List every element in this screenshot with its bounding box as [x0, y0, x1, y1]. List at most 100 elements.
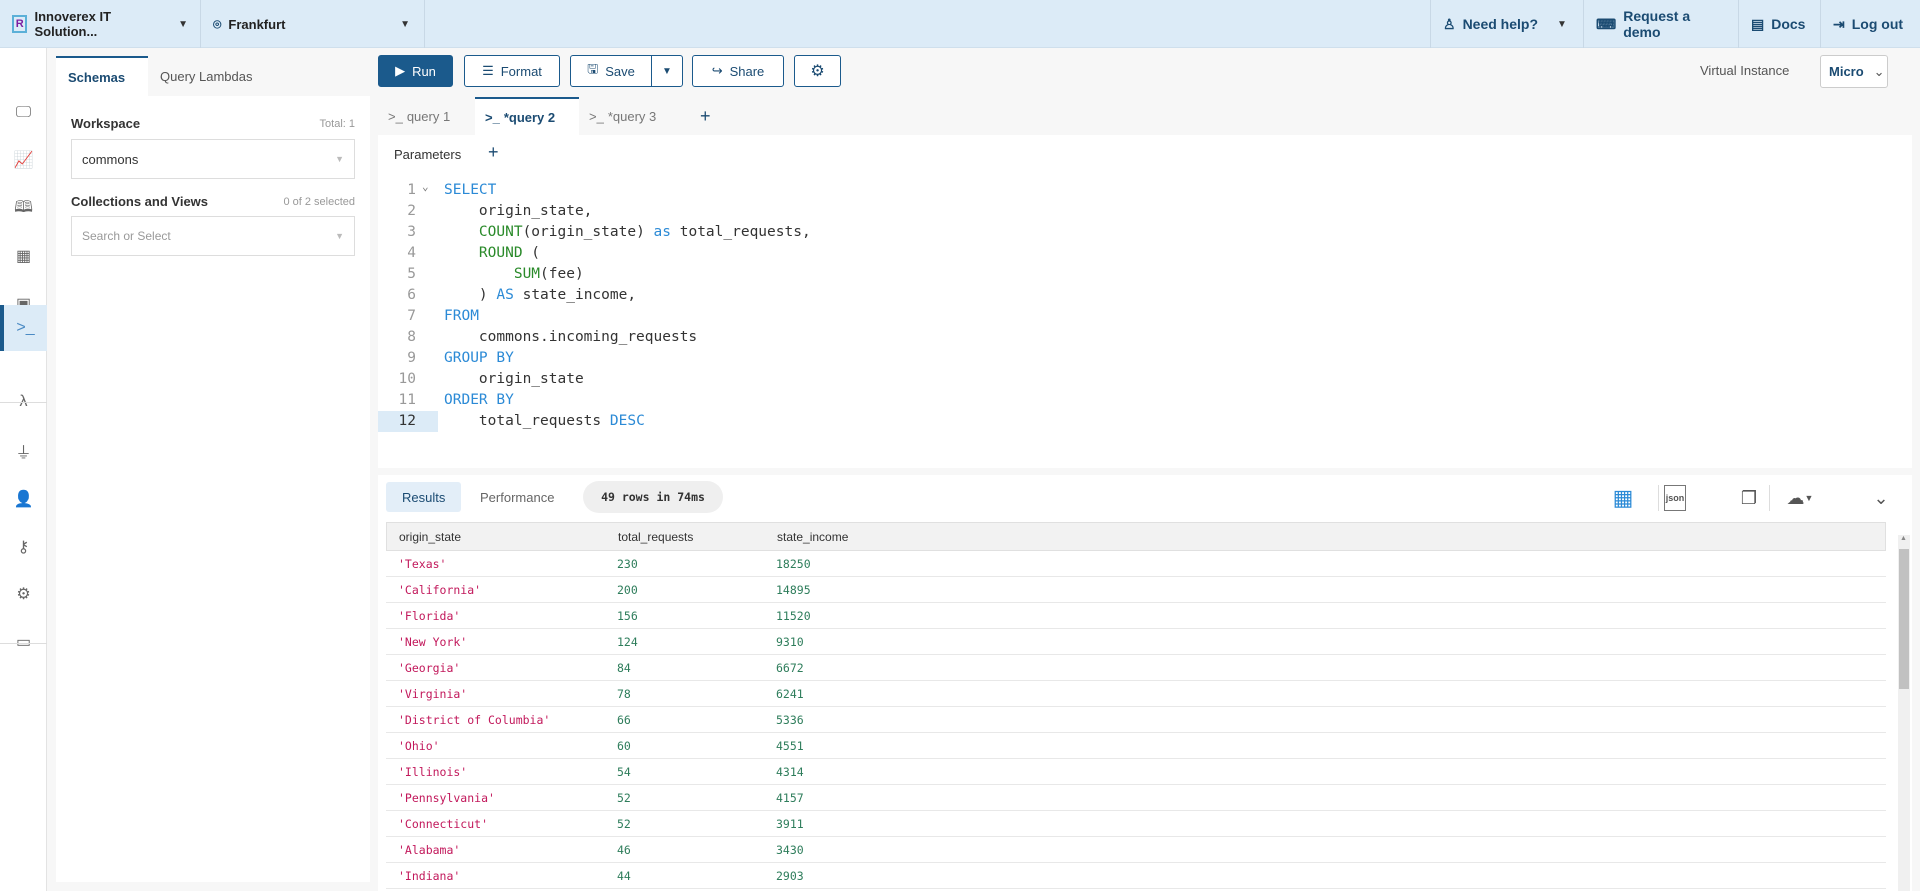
user-gear-icon[interactable]: 👤 — [0, 476, 47, 522]
gear-icon[interactable]: ⚙ — [0, 571, 47, 617]
line-number: 5 — [407, 266, 416, 282]
table-row[interactable]: 'Ohio' 60 4551 — [386, 733, 1886, 759]
region-selector[interactable]: ⌾ Frankfurt ▼ — [200, 0, 424, 48]
table-cell: 52 — [617, 791, 631, 805]
save-options-button[interactable]: ▼ — [651, 55, 683, 87]
table-cell: 'Florida' — [398, 609, 461, 623]
results-table: origin_state total_requests state_income… — [386, 522, 1886, 889]
scrollbar[interactable]: ▲ — [1898, 535, 1910, 891]
tab-results[interactable]: Results — [386, 482, 462, 512]
virtual-instance-label: Virtual Instance — [1700, 63, 1790, 78]
query-editor[interactable]: Parameters + 1 SELECT 2 origin_state, 3 COU… — [378, 135, 1912, 468]
table-row[interactable]: 'Alabama' 46 3430 — [386, 837, 1886, 863]
save-button[interactable]: 🖫 Save — [570, 55, 652, 87]
run-button[interactable]: ▶ Run — [378, 55, 453, 87]
format-button[interactable]: ☰ Format — [464, 55, 560, 87]
table-row[interactable]: 'California' 200 14895 — [386, 577, 1886, 603]
table-row[interactable]: 'Connecticut' 52 3911 — [386, 811, 1886, 837]
table-cell: 'Texas' — [398, 557, 447, 571]
share-icon: ↪ — [711, 63, 723, 78]
code-token: FROM — [444, 308, 479, 324]
tab-query-1[interactable]: >_ query 1 — [378, 97, 474, 135]
parameters-label: Parameters — [394, 147, 462, 162]
code-token: DESC — [609, 413, 645, 429]
code-area[interactable]: 1 SELECT 2 origin_state, 3 COUNT(origin_sta… — [378, 180, 1912, 470]
add-tab-button[interactable]: + — [690, 97, 721, 135]
settings-button[interactable]: ⚙ — [794, 55, 841, 87]
tab-query-lambdas[interactable]: Query Lambdas — [148, 56, 265, 96]
table-cell: 230 — [617, 557, 638, 571]
table-cell: 84 — [617, 661, 631, 675]
monitor-icon[interactable]: 🖵 — [0, 90, 47, 136]
copy-icon[interactable]: ❐ — [1734, 485, 1764, 511]
table-cell: 52 — [617, 817, 631, 831]
table-row[interactable]: 'Florida' 156 11520 — [386, 603, 1886, 629]
code-token: AS — [496, 287, 514, 303]
tab-query-2[interactable]: >_ *query 2 — [475, 97, 579, 135]
docs-icon: ▤ — [1751, 15, 1765, 32]
line-number: 7 — [407, 308, 416, 324]
code-line: origin_state, — [444, 201, 1244, 222]
table-row[interactable]: 'New York' 124 9310 — [386, 629, 1886, 655]
terminal-icon[interactable]: >_ — [0, 305, 47, 351]
key-icon[interactable]: ⚷ — [0, 524, 47, 570]
table-row[interactable]: 'Georgia' 84 6672 — [386, 655, 1886, 681]
tab-performance[interactable]: Performance — [464, 482, 570, 512]
book-icon[interactable]: 🕮 — [0, 186, 47, 232]
chart-icon[interactable]: 📈 — [0, 137, 47, 183]
column-header[interactable]: origin_state — [399, 523, 461, 552]
tab-query-3[interactable]: >_ *query 3 — [579, 97, 683, 135]
table-row[interactable]: 'District of Columbia' 66 5336 — [386, 707, 1886, 733]
table-cell: 66 — [617, 713, 631, 727]
table-cell: 3911 — [776, 817, 804, 831]
code-token: origin_state — [444, 371, 584, 387]
add-parameter-button[interactable]: + — [488, 142, 499, 163]
docs-button[interactable]: ▤ Docs — [1738, 0, 1820, 48]
line-number: 3 — [407, 224, 416, 240]
fold-chevron-icon[interactable]: ⌄ — [422, 180, 429, 193]
collapse-chevron-icon[interactable]: ⌄ — [1868, 485, 1894, 511]
table-view-icon[interactable]: ▦ — [1608, 485, 1638, 511]
collections-select[interactable]: Search or Select ▼ — [71, 216, 355, 256]
table-cell: 4314 — [776, 765, 804, 779]
collections-label: Collections and Views — [71, 194, 209, 209]
column-header[interactable]: total_requests — [618, 523, 693, 552]
need-help-button[interactable]: ♙ Need help? ▼ — [1430, 0, 1583, 48]
table-cell: 156 — [617, 609, 638, 623]
table-cell: 78 — [617, 687, 631, 701]
json-view-icon[interactable]: json — [1664, 485, 1686, 511]
request-demo-button[interactable]: ⌨ Request a demo — [1583, 0, 1738, 48]
table-row[interactable]: 'Virginia' 78 6241 — [386, 681, 1886, 707]
table-cell: 'District of Columbia' — [398, 713, 551, 727]
code-line: ORDER BY — [444, 390, 1244, 411]
card-icon[interactable]: ▭ — [0, 619, 47, 665]
line-number: 9 — [407, 350, 416, 366]
share-button[interactable]: ↪ Share — [692, 55, 784, 87]
table-cell: 60 — [617, 739, 631, 753]
virtual-instance-select[interactable]: Micro ⌄ — [1820, 55, 1888, 88]
chevron-down-icon: ⌄ — [1873, 63, 1885, 79]
code-line: commons.incoming_requests — [444, 327, 1244, 348]
code-token: ORDER BY — [444, 392, 514, 408]
code-line: ) AS state_income, — [444, 285, 1244, 306]
code-token: SELECT — [444, 182, 497, 198]
table-row[interactable]: 'Illinois' 54 4314 — [386, 759, 1886, 785]
plug-icon[interactable]: ⏚ — [0, 428, 47, 474]
table-cell: 4551 — [776, 739, 804, 753]
table-cell: 54 — [617, 765, 631, 779]
table-row[interactable]: 'Indiana' 44 2903 — [386, 863, 1886, 889]
column-header[interactable]: state_income — [777, 523, 848, 552]
table-cell: 4157 — [776, 791, 804, 805]
download-icon[interactable]: ☁ ▼ — [1782, 485, 1818, 511]
code-token: commons.incoming_requests — [444, 329, 698, 345]
org-selector[interactable]: R Innoverex IT Solution... ▼ — [0, 0, 200, 48]
code-line: SELECT — [444, 180, 1244, 201]
table-row[interactable]: 'Pennsylvania' 52 4157 — [386, 785, 1886, 811]
tab-schemas[interactable]: Schemas — [56, 56, 148, 96]
table-icon[interactable]: ▦ — [0, 233, 47, 279]
table-row[interactable]: 'Texas' 230 18250 — [386, 551, 1886, 577]
table-cell: 200 — [617, 583, 638, 597]
logout-button[interactable]: ⇥ Log out — [1820, 0, 1920, 48]
top-bar: R Innoverex IT Solution... ▼ ⌾ Frankfurt ▼… — [0, 0, 1920, 48]
workspace-select[interactable]: commons ▼ — [71, 139, 355, 179]
